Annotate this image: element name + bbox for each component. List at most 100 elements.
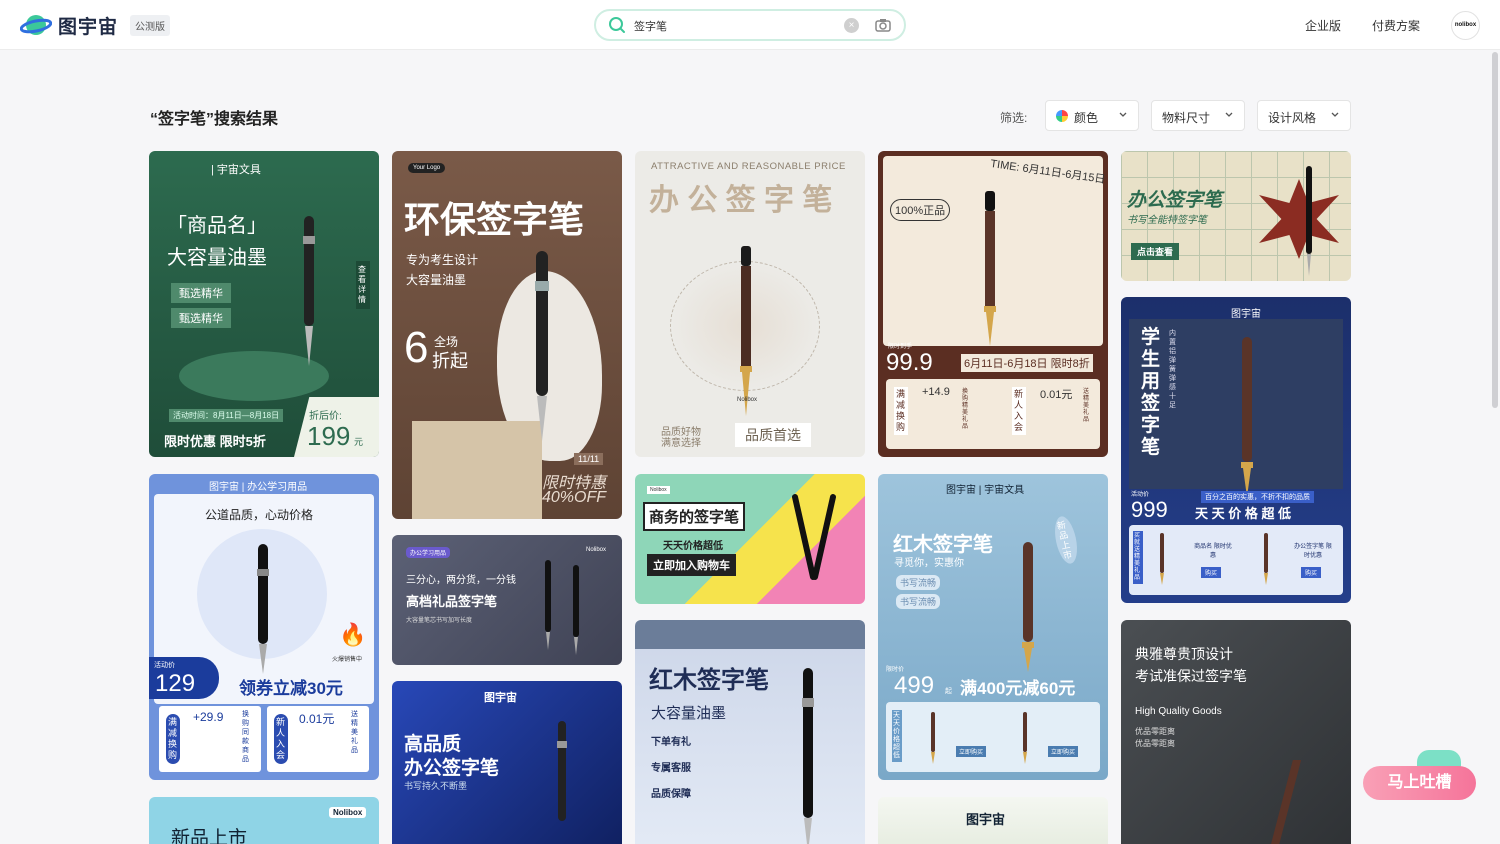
card-brand: Nolibox xyxy=(737,397,758,403)
price-unit: 元 xyxy=(354,437,364,447)
pen-image xyxy=(802,668,814,844)
card-title: 新品上市 xyxy=(171,828,248,844)
side-label: 天天价格超低 xyxy=(892,710,902,762)
card-brand: | 宇宙文具 xyxy=(211,164,261,176)
card-tagline: 满意选择 xyxy=(661,438,701,449)
template-card-office-pen-light[interactable]: ATTRACTIVE AND REASONABLE PRICE 办 公 签 字 … xyxy=(635,151,865,457)
genuine-badge: 100%正品 xyxy=(890,199,951,221)
gift-price: 0.01元 xyxy=(1040,389,1073,401)
card-subtitle: 大容量油墨 xyxy=(167,247,267,269)
camera-icon[interactable] xyxy=(874,16,892,34)
template-card-green-brand[interactable]: 图宇宙 xyxy=(878,797,1108,844)
template-card-business-pen[interactable]: Nolibox 商务的签字笔 天天价格超低 立即加入购物车 xyxy=(635,474,865,604)
template-card-genuine-pen[interactable]: TIME: 6月11日-6月15日 100%正品 限时到手 99.9 6月11日… xyxy=(878,151,1108,457)
date-range: 6月11日-6月18日 限时8折 xyxy=(961,354,1093,372)
feature-gift: 下单有礼 xyxy=(651,737,691,748)
filter-size[interactable]: 物料尺寸 xyxy=(1151,100,1245,131)
chevron-down-icon xyxy=(1119,112,1127,117)
filter-size-label: 物料尺寸 xyxy=(1162,111,1211,125)
feature-service: 专属客服 xyxy=(651,763,691,774)
brand-name: 图宇宙 xyxy=(58,16,119,38)
card-subtitle: 寻觅你，实惠你 xyxy=(894,558,964,569)
pen-image xyxy=(1264,533,1268,585)
brand-logo[interactable]: 图宇宙 公测版 xyxy=(20,11,171,39)
template-card-hq-office-pen[interactable]: 图宇宙 高品质 办公签字笔 书写持久不断墨 xyxy=(392,681,622,844)
price: 129 xyxy=(155,670,196,697)
avatar[interactable]: nolibox xyxy=(1451,11,1480,40)
template-card-elegant-pen[interactable]: 典雅尊贵顶设计 考试准保过签字笔 High Quality Goods 优品零距… xyxy=(1121,620,1351,844)
template-card-eco-pen[interactable]: Your Logo 环保签字笔 专为考生设计 大容量油墨 6 全场 折起 11/… xyxy=(392,151,622,519)
discount-number: 6 xyxy=(404,323,429,372)
product-panel xyxy=(886,702,1100,772)
card-subtitle: 专为考生设计 xyxy=(406,253,479,267)
card-subtitle: 内置铝弹簧弹感十足 xyxy=(1169,330,1176,409)
card-brand: Nolibox xyxy=(586,547,607,553)
card-title: 环保签字笔 xyxy=(404,199,585,240)
nav-enterprise[interactable]: 企业版 xyxy=(1305,17,1341,34)
page-title: “签字笔”搜索结果 xyxy=(150,111,279,128)
pen-image xyxy=(1271,760,1301,844)
page-scrollbar[interactable] xyxy=(1492,52,1498,408)
pen-image xyxy=(1023,712,1027,764)
gift-tag: 新人入会 xyxy=(1012,387,1026,435)
search-input[interactable] xyxy=(634,17,834,35)
card-tag: 甄选精华 xyxy=(171,283,231,303)
template-card-office-pen-grid[interactable]: 办公签字笔 书写全能特签字笔 点击查看 xyxy=(1121,151,1351,281)
add-to-cart-button: 立即加入购物车 xyxy=(647,554,736,576)
gift-desc: 送精美礼品 xyxy=(351,711,358,754)
template-card-blue-coupon[interactable]: 图宇宙 | 办公学习用品 公道品质，心动价格 🔥 火爆销售中 活动价 129 领… xyxy=(149,474,379,780)
template-card-student-pen[interactable]: 图宇宙 学生用签字笔 内置铝弹簧弹感十足 活动价 999 百分之百的实惠，不折不… xyxy=(1121,297,1351,603)
card-brand: 图宇宙 xyxy=(1231,309,1261,320)
card-subtitle: 办公签字笔 xyxy=(404,758,500,779)
template-card-green-pen[interactable]: | 宇宙文具 「商品名」 大容量油墨 甄选精华 甄选精华 查看详情 活动时间：8… xyxy=(149,151,379,457)
clear-icon[interactable]: × xyxy=(844,18,859,33)
card-brand: 图宇宙 | 办公学习用品 xyxy=(209,482,308,493)
pen-image xyxy=(573,565,579,655)
card-date: 11/11 xyxy=(574,453,604,465)
card-slogan: 三分心，两分货，一分钱 xyxy=(406,575,516,586)
card-date: 活动时间：8月11日—8月18日 xyxy=(169,409,284,422)
card-tag: 甄选精华 xyxy=(171,308,231,328)
price: 499 xyxy=(894,672,935,699)
card-brand: Nolibox xyxy=(329,807,367,818)
template-card-mahogany-pen[interactable]: 红木签字笔 大容量油墨 下单有礼 专属客服 品质保障 xyxy=(635,620,865,844)
filter-style[interactable]: 设计风格 xyxy=(1257,100,1351,131)
top-header: 图宇宙 公测版 × 企业版 付费方案 nolibox xyxy=(0,0,1500,50)
gift-tag: 新人入会 xyxy=(274,714,288,764)
pen-image xyxy=(557,721,567,821)
card-title: 「商品名」 xyxy=(167,215,267,237)
coupon-text: 领券立减30元 xyxy=(239,679,343,698)
feedback-button[interactable]: 马上吐槽 xyxy=(1363,766,1476,800)
template-card-mahogany-sale[interactable]: 图宇宙 | 宇宙文具 红木签字笔 寻觅你，实惠你 书写流畅 书写流畅 新品上市 … xyxy=(878,474,1108,780)
pen-image xyxy=(1306,166,1312,276)
chevron-down-icon xyxy=(1225,112,1233,117)
card-subtitle: 书写全能特签字笔 xyxy=(1127,215,1207,226)
template-card-gift-pen[interactable]: 办公学习用品 Nolibox 三分心，两分货，一分钱 高档礼品签字笔 大容量笔芯… xyxy=(392,535,622,665)
pen-image xyxy=(984,191,996,346)
card-logo: Your Logo xyxy=(408,163,446,173)
filter-style-label: 设计风格 xyxy=(1268,111,1317,125)
buy-button: 立即购买 xyxy=(956,746,987,757)
discount-percent: 40%OFF xyxy=(542,489,607,506)
card-brand: Nolibox xyxy=(647,486,670,494)
price: 999 xyxy=(1131,497,1168,522)
pen-image xyxy=(1241,337,1253,497)
pen-image xyxy=(545,560,551,650)
card-title: 学生用签字笔 xyxy=(1141,327,1161,458)
card-title: 典雅尊贵顶设计 xyxy=(1135,646,1233,662)
card-subtitle: 大容量油墨 xyxy=(651,705,727,722)
buy-button: 购买 xyxy=(1201,567,1222,578)
card-title: 高品质 xyxy=(404,734,462,755)
card-title: 高档礼品签字笔 xyxy=(406,594,498,609)
search-icon[interactable] xyxy=(608,16,626,34)
card-tag: 书写流畅 xyxy=(896,575,941,590)
fire-icon: 🔥 xyxy=(339,622,367,647)
nav-pricing[interactable]: 付费方案 xyxy=(1372,17,1420,34)
feature-quality: 品质保障 xyxy=(651,789,691,800)
card-subtitle: 大容量笔芯书写加写长度 xyxy=(406,618,473,624)
price-label: 活动价 xyxy=(154,662,175,669)
gift-price: +14.9 xyxy=(922,386,950,398)
filter-color[interactable]: 颜色 xyxy=(1045,100,1139,131)
template-card-new-arrival[interactable]: Nolibox 新品上市 xyxy=(149,797,379,844)
search-box[interactable]: × xyxy=(594,9,906,41)
